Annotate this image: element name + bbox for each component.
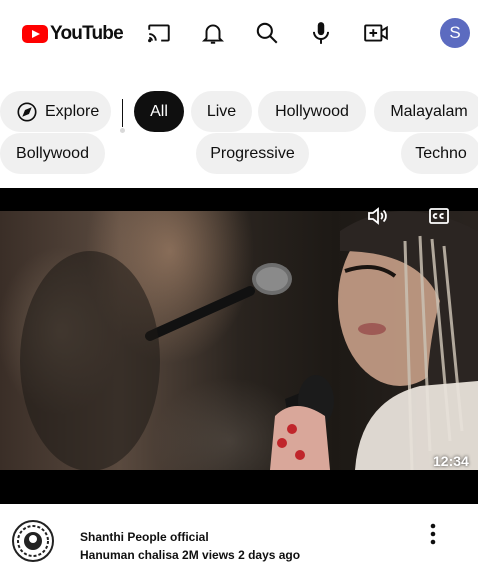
- chip-hollywood[interactable]: Hollywood: [258, 91, 366, 132]
- top-bar: YouTube S: [0, 0, 478, 66]
- captions-icon: [429, 208, 449, 224]
- notifications-button[interactable]: [198, 18, 228, 48]
- thumbnail-image: [20, 211, 478, 470]
- more-options-button[interactable]: [423, 520, 443, 548]
- channel-avatar[interactable]: [12, 516, 54, 566]
- youtube-logo[interactable]: YouTube: [22, 22, 124, 46]
- bell-icon: [201, 24, 225, 44]
- youtube-play-icon: [22, 25, 48, 43]
- chip-divider: [122, 99, 123, 127]
- scroll-dot: [120, 128, 125, 133]
- logo-text: YouTube: [50, 23, 124, 44]
- create-button[interactable]: [361, 18, 391, 48]
- video-details: Hanuman chalisa 2M views 2 days ago: [80, 548, 301, 562]
- chip-live[interactable]: Live: [191, 91, 252, 132]
- voice-search-button[interactable]: [306, 18, 336, 48]
- mute-icon: [368, 207, 387, 225]
- video-frame: [0, 211, 478, 470]
- chip-explore[interactable]: Explore: [0, 91, 111, 132]
- compass-icon: [17, 101, 37, 122]
- mute-button[interactable]: [362, 201, 392, 231]
- chip-malayalam[interactable]: Malayalam: [374, 91, 478, 132]
- create-video-icon: [364, 24, 388, 42]
- search-icon: [256, 22, 278, 44]
- cast-icon: [148, 24, 170, 43]
- mic-icon: [312, 22, 330, 44]
- cast-button[interactable]: [144, 18, 174, 48]
- chip-progressive[interactable]: Progressive: [196, 133, 309, 174]
- account-avatar[interactable]: S: [440, 18, 470, 48]
- chip-bollywood[interactable]: Bollywood: [0, 133, 105, 174]
- chip-techno[interactable]: Techno: [401, 133, 478, 174]
- captions-button[interactable]: [424, 201, 454, 231]
- channel-name[interactable]: Shanthi People official: [80, 530, 209, 544]
- video-duration: 12:34: [433, 453, 469, 469]
- channel-logo-icon: [12, 520, 54, 562]
- kebab-menu-icon: [430, 523, 436, 545]
- video-thumbnail[interactable]: [0, 188, 478, 504]
- chip-all[interactable]: All: [134, 91, 184, 132]
- search-button[interactable]: [252, 18, 282, 48]
- chip-explore-label: Explore: [45, 102, 100, 120]
